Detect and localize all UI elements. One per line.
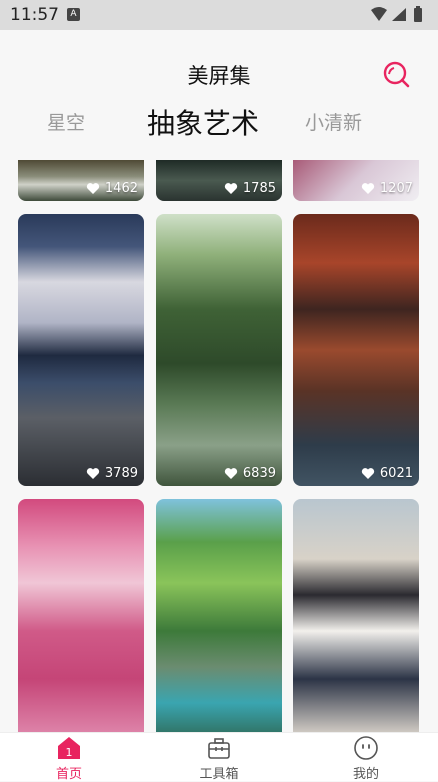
nav-home[interactable]: 1 首页 — [34, 735, 104, 782]
status-icons — [370, 6, 430, 28]
wallpaper-card[interactable]: 1207 — [293, 160, 419, 201]
like-count: 6021 — [361, 466, 413, 481]
wallpaper-card[interactable]: 1462 — [18, 160, 144, 201]
battery-icon — [414, 8, 422, 22]
heart-icon — [361, 183, 375, 194]
tab-abstract-art[interactable]: 抽象艺术 — [147, 102, 259, 142]
wallpaper-grid[interactable]: 1462 1785 1207 3789 6839 6021 — [0, 160, 438, 734]
profile-icon — [354, 736, 378, 760]
app-notification-icon: A — [67, 8, 80, 21]
heart-icon — [361, 468, 375, 479]
wallpaper-card[interactable]: 6021 — [293, 214, 419, 486]
bottom-navigation: 1 首页 工具箱 我的 — [0, 732, 438, 782]
heart-icon — [224, 183, 238, 194]
signal-icon — [392, 8, 406, 21]
wallpaper-card[interactable]: 6839 — [156, 214, 282, 486]
heart-icon — [86, 183, 100, 194]
wallpaper-card[interactable]: 3789 — [18, 214, 144, 486]
like-count: 1207 — [361, 181, 413, 196]
search-button[interactable] — [382, 60, 410, 88]
wifi-icon — [371, 7, 387, 21]
toolbox-icon — [208, 738, 230, 759]
tab-starry-sky[interactable]: 星空 — [47, 108, 85, 135]
nav-mine[interactable]: 我的 — [331, 735, 401, 782]
like-count: 1462 — [86, 181, 138, 196]
page-title: 美屏集 — [187, 64, 251, 88]
wallpaper-card[interactable]: 1785 — [156, 160, 282, 201]
status-bar: 11:57 A — [0, 0, 438, 30]
heart-icon — [86, 468, 100, 479]
wallpaper-card[interactable] — [293, 499, 419, 734]
like-count: 1785 — [224, 181, 276, 196]
search-icon — [383, 61, 410, 88]
like-count: 3789 — [86, 466, 138, 481]
category-tabs: 星空 抽象艺术 小清新 — [0, 107, 438, 144]
tab-fresh-style[interactable]: 小清新 — [305, 108, 362, 135]
heart-icon — [224, 468, 238, 479]
wallpaper-card[interactable] — [156, 499, 282, 734]
nav-tools[interactable]: 工具箱 — [184, 735, 254, 782]
wallpaper-card[interactable] — [18, 499, 144, 734]
svg-text:1: 1 — [66, 746, 73, 759]
like-count: 6839 — [224, 466, 276, 481]
home-icon: 1 — [58, 737, 80, 759]
status-time: 11:57 — [10, 5, 59, 25]
